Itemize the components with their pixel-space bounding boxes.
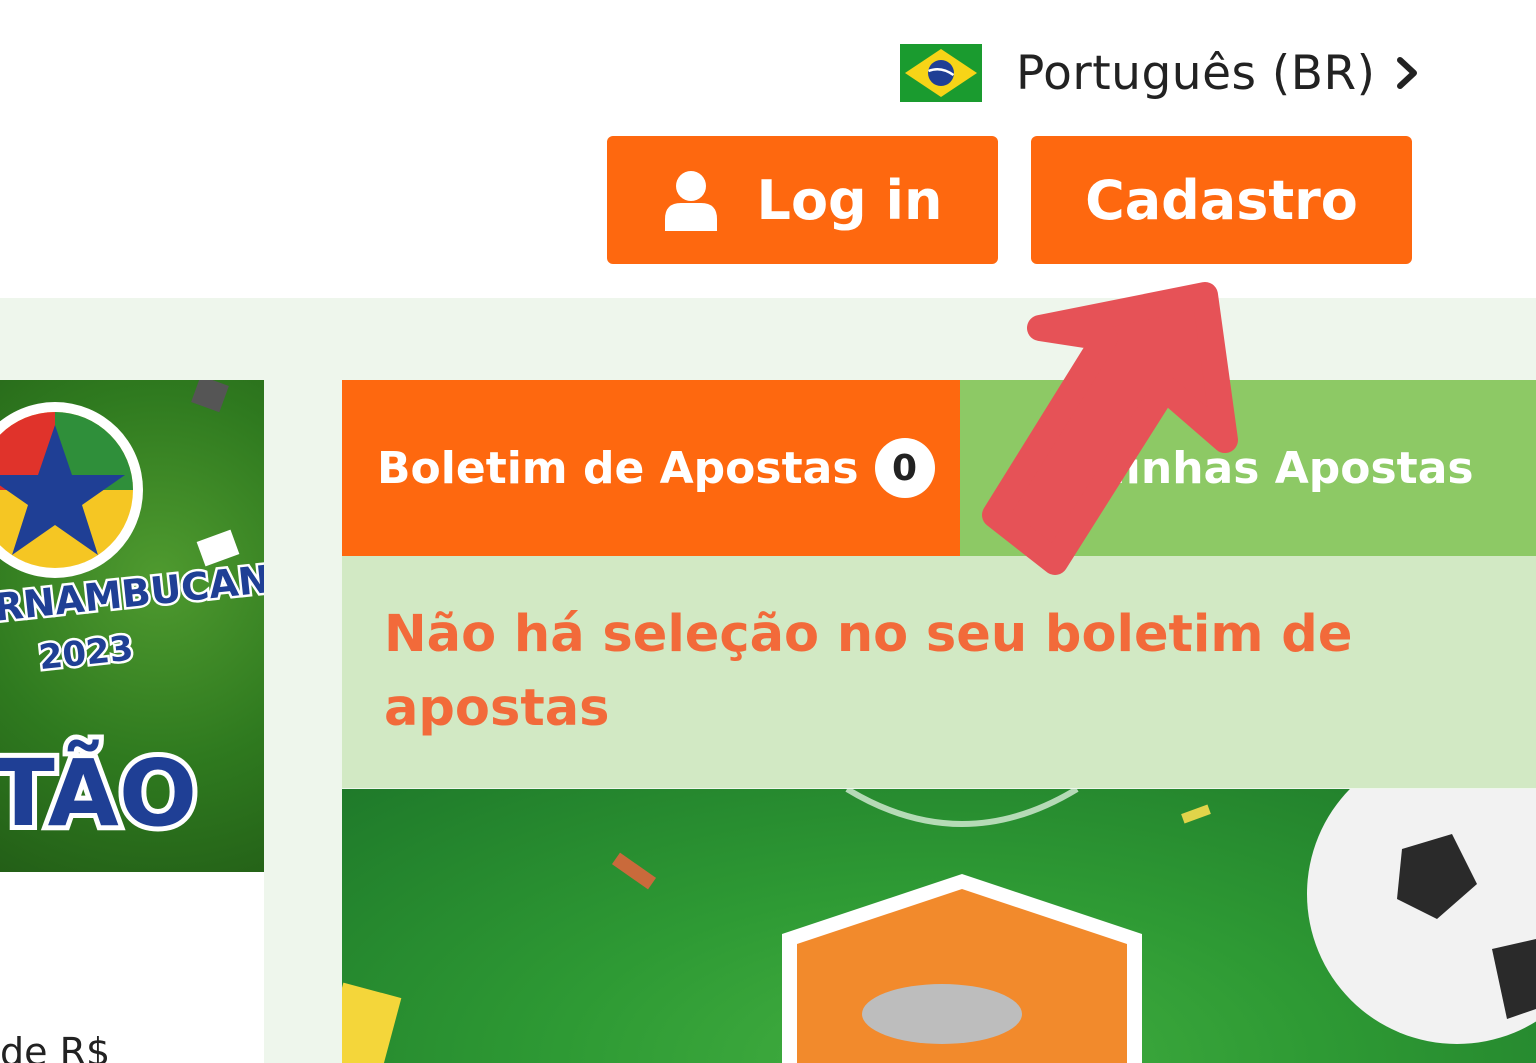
tab-betslip[interactable]: Boletim de Apostas 0 — [342, 380, 960, 556]
betslip-tabs: Boletim de Apostas 0 Minhas Apostas — [342, 380, 1536, 556]
soccer-artwork — [342, 789, 1536, 1063]
signup-label: Cadastro — [1085, 168, 1358, 232]
promo-caption: de R$ — [0, 1030, 111, 1063]
chevron-right-icon — [1396, 57, 1417, 89]
login-label: Log in — [756, 168, 943, 232]
login-button[interactable]: Log in — [607, 136, 998, 264]
betslip-empty-panel: Não há seleção no seu boletim de apostas — [342, 556, 1536, 788]
promo-image-banner[interactable] — [342, 789, 1536, 1063]
betslip-count-badge: 0 — [874, 438, 935, 498]
tab-betslip-label: Boletim de Apostas — [377, 442, 859, 494]
language-selector[interactable]: Português (BR) — [900, 42, 1422, 104]
promo-banner[interactable]: RNAMBUCANO 2023 TÃO — [0, 380, 264, 872]
promo-image-year: 2023 — [37, 628, 135, 678]
user-icon — [664, 171, 717, 231]
language-label: Português (BR) — [1016, 45, 1376, 101]
promo-image-headline: TÃO — [0, 739, 197, 847]
signup-button[interactable]: Cadastro — [1031, 136, 1412, 264]
promo-artwork: RNAMBUCANO 2023 TÃO — [0, 380, 264, 852]
confetti — [191, 380, 229, 413]
tab-my-bets[interactable]: Minhas Apostas — [960, 380, 1536, 556]
tab-my-bets-label: Minhas Apostas — [1082, 442, 1474, 494]
soccer-ball-icon — [1307, 789, 1536, 1044]
brazil-flag-icon — [900, 44, 982, 102]
header: Português (BR) Log in Cadastro — [0, 0, 1536, 298]
betslip-empty-message: Não há seleção no seu boletim de apostas — [384, 605, 1353, 738]
